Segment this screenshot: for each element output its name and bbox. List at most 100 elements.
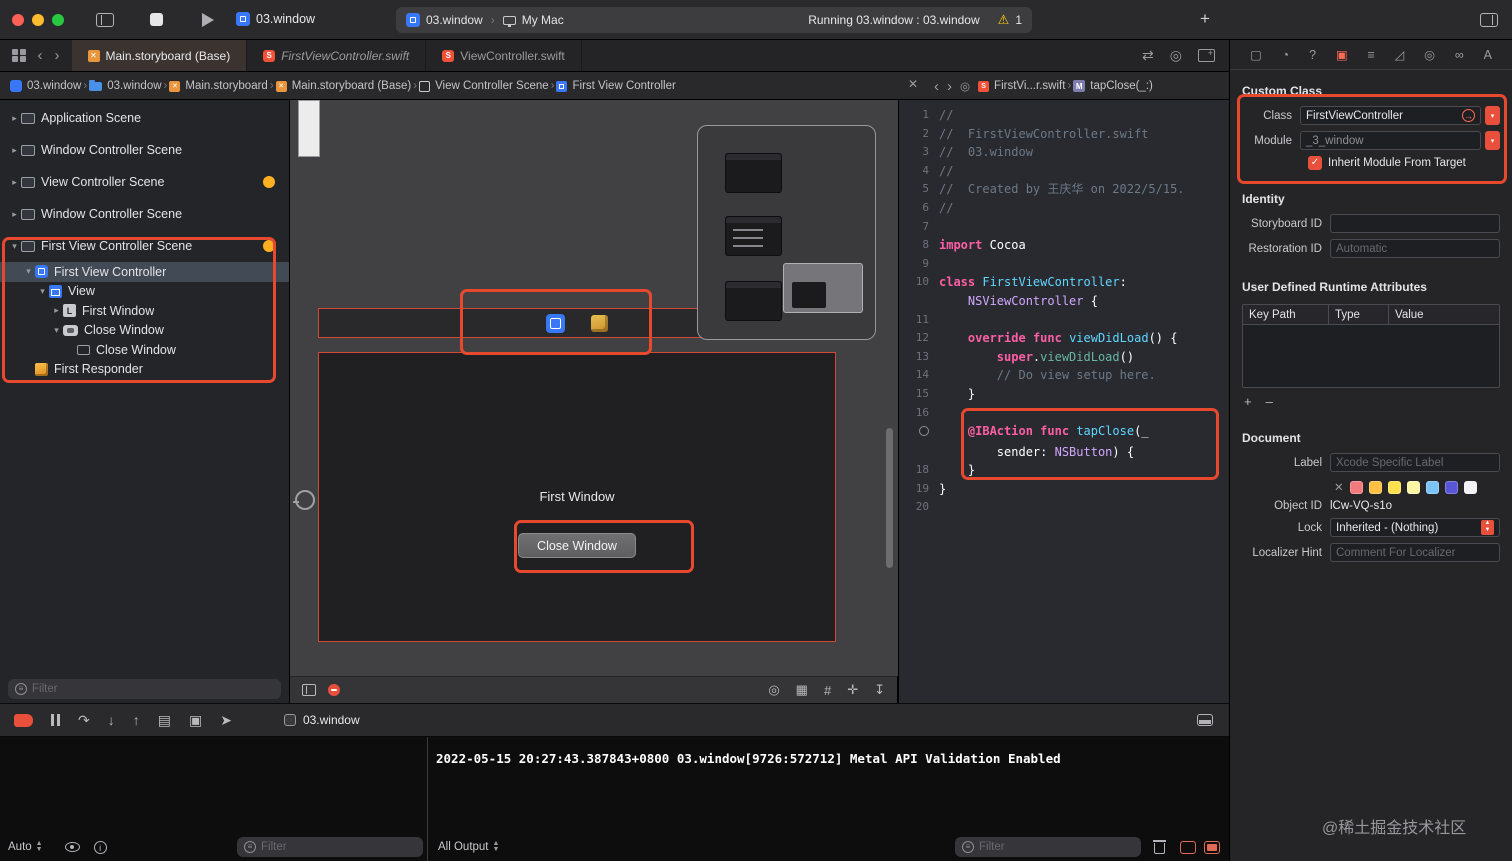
toggle-right-inspector-icon[interactable] xyxy=(1480,13,1498,27)
outline-item-close-window[interactable]: ▾ Close Window xyxy=(0,321,289,341)
code-line[interactable]: 15 } xyxy=(899,385,1229,404)
warning-badge[interactable] xyxy=(263,240,275,252)
code-line[interactable]: 11 xyxy=(899,311,1229,330)
scheme-target-label[interactable]: 03.window xyxy=(426,13,483,27)
color-chip[interactable] xyxy=(1387,480,1401,494)
disclosure-triangle-icon[interactable]: ▾ xyxy=(36,286,49,297)
source-editor[interactable]: 1 // 2 // FirstViewController.swift 3 // 03.w… xyxy=(898,100,1229,703)
history-inspector-icon[interactable]: ◔ xyxy=(1282,48,1290,62)
outline-item-view[interactable]: ▾ View xyxy=(0,282,289,302)
issues-indicator-icon[interactable] xyxy=(328,684,340,696)
update-frames-icon[interactable]: ↧ xyxy=(874,682,885,698)
connections-inspector-icon[interactable]: ◎ xyxy=(1424,47,1435,62)
outline-filter[interactable] xyxy=(8,679,281,699)
debug-process[interactable]: 03.window xyxy=(283,713,360,727)
runtime-attributes-table[interactable]: Key Path Type Value xyxy=(1242,304,1500,388)
breadcrumb-item[interactable]: 03.window xyxy=(10,80,81,92)
outline-item-first-view-controller-scene[interactable]: ▾ First View Controller Scene xyxy=(0,230,289,262)
color-chip[interactable] xyxy=(1425,480,1439,494)
bindings-inspector-icon[interactable]: ∞ xyxy=(1455,48,1464,62)
breadcrumb-item[interactable]: View Controller Scene xyxy=(419,80,549,92)
code-line[interactable]: 4 // xyxy=(899,162,1229,181)
minimize-traffic-light[interactable] xyxy=(32,14,44,26)
class-field[interactable]: FirstViewController xyxy=(1300,106,1481,125)
first-window-label[interactable]: First Window xyxy=(319,489,835,504)
pause-icon[interactable] xyxy=(51,714,60,726)
warning-badge[interactable] xyxy=(263,176,275,188)
outline-item-application-scene[interactable]: ▸ Application Scene xyxy=(0,102,289,134)
show-console-pane-icon[interactable] xyxy=(1204,840,1220,854)
disclosure-triangle-icon[interactable]: ▾ xyxy=(8,241,21,252)
code-line[interactable]: sender: NSButton) { xyxy=(899,443,1229,462)
code-line[interactable]: 8 import Cocoa xyxy=(899,236,1229,255)
toggle-left-sidebar-icon[interactable] xyxy=(96,13,114,27)
interface-builder-canvas[interactable]: First Window Close Window xyxy=(290,100,898,676)
add-attribute-button[interactable]: + xyxy=(1244,394,1252,409)
outline-item-first-window[interactable]: ▸ L First Window xyxy=(0,301,289,321)
embed-icon[interactable]: ▦ xyxy=(796,682,808,698)
view-hierarchy-icon[interactable]: ▤ xyxy=(158,712,171,729)
identity-inspector-icon[interactable]: ▣ xyxy=(1336,47,1348,62)
outline-item-window-controller-scene[interactable]: ▸ Window Controller Scene xyxy=(0,134,289,166)
color-chip[interactable] xyxy=(1368,480,1382,494)
storyboard-id-field[interactable] xyxy=(1330,214,1500,233)
lock-dropdown-icon[interactable] xyxy=(1481,520,1494,535)
run-destination-label[interactable]: My Mac xyxy=(522,13,564,27)
inherit-module-checkbox[interactable] xyxy=(1308,156,1322,170)
related-items-icon[interactable]: ◎ xyxy=(960,79,970,93)
code-line[interactable]: 19} xyxy=(899,480,1229,499)
breadcrumb-item[interactable]: MtapClose(_:) xyxy=(1073,80,1153,92)
first-responder-icon[interactable] xyxy=(591,314,608,332)
step-out-icon[interactable]: ↑ xyxy=(133,712,140,728)
outline-filter-input[interactable] xyxy=(32,683,274,695)
size-inspector-icon[interactable]: ◿ xyxy=(1395,47,1405,62)
align-icon[interactable]: # xyxy=(824,683,831,698)
console-filter[interactable] xyxy=(955,837,1141,857)
code-line[interactable]: @IBAction func tapClose(_ xyxy=(899,422,1229,443)
class-dropdown-icon[interactable] xyxy=(1485,106,1500,125)
first-view-controller-view[interactable]: First Window Close Window xyxy=(318,352,836,642)
disclosure-triangle-icon[interactable]: ▸ xyxy=(8,177,21,188)
quick-look-icon[interactable] xyxy=(64,842,80,852)
run-button[interactable] xyxy=(202,13,214,27)
module-dropdown-icon[interactable] xyxy=(1485,131,1500,150)
module-field[interactable]: _3_window xyxy=(1300,131,1481,150)
back-chevron-icon[interactable]: ‹ xyxy=(38,47,43,64)
close-window-button[interactable]: Close Window xyxy=(518,533,636,558)
disclosure-triangle-icon[interactable]: ▸ xyxy=(8,209,21,220)
outline-item-window-controller-scene[interactable]: ▸ Window Controller Scene xyxy=(0,198,289,230)
zoom-icon[interactable]: ◎ xyxy=(768,682,779,698)
disclosure-triangle-icon[interactable]: ▾ xyxy=(50,325,63,336)
back-chevron-icon[interactable]: ‹ xyxy=(934,78,939,95)
localizer-hint-field[interactable] xyxy=(1330,543,1500,562)
disclosure-triangle-icon[interactable]: ▸ xyxy=(8,113,21,124)
disclosure-triangle-icon[interactable]: ▸ xyxy=(50,305,63,316)
code-line[interactable]: 14 // Do view setup here. xyxy=(899,366,1229,385)
color-chip[interactable] xyxy=(1406,480,1420,494)
code-line[interactable]: 18 } xyxy=(899,461,1229,480)
swap-editors-icon[interactable]: ⇄ xyxy=(1142,47,1154,64)
clear-console-icon[interactable] xyxy=(1153,840,1166,854)
breakpoints-toggle-icon[interactable] xyxy=(14,713,33,727)
memory-graph-icon[interactable]: ▣ xyxy=(189,712,202,729)
lock-dropdown[interactable]: Inherited - (Nothing) xyxy=(1330,518,1500,537)
warning-triangle-icon[interactable]: ⚠ xyxy=(998,12,1010,28)
jump-to-class-icon[interactable] xyxy=(1462,109,1475,122)
attributes-inspector-icon[interactable]: ≡ xyxy=(1368,48,1375,62)
print-description-icon[interactable] xyxy=(93,840,107,854)
breadcrumb-item[interactable]: 03.window xyxy=(89,79,162,92)
code-line[interactable]: 20 xyxy=(899,498,1229,517)
warning-count[interactable]: 1 xyxy=(1015,13,1022,27)
ibaction-connection-well[interactable] xyxy=(919,426,929,437)
variables-filter[interactable] xyxy=(237,837,423,857)
breadcrumb-item[interactable]: Main.storyboard xyxy=(169,80,268,92)
code-line[interactable]: 6 // xyxy=(899,199,1229,218)
code-line[interactable]: 10 class FirstViewController: xyxy=(899,273,1229,292)
canvas-scrollbar[interactable] xyxy=(886,428,893,568)
disclosure-triangle-icon[interactable]: ▸ xyxy=(8,145,21,156)
zoom-traffic-light[interactable] xyxy=(52,14,64,26)
breadcrumb-item[interactable]: First View Controller xyxy=(556,80,676,92)
view-effects-inspector-icon[interactable]: A xyxy=(1484,48,1492,62)
breadcrumb-item[interactable]: Main.storyboard (Base) xyxy=(275,80,411,92)
code-line[interactable]: 16 xyxy=(899,404,1229,423)
